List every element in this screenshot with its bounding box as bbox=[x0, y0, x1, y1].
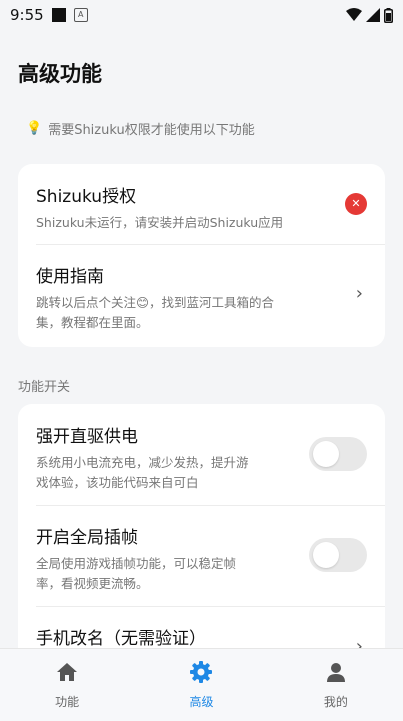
guide-row[interactable]: 使用指南 跳转以后点个关注😊，找到蓝河工具箱的合 集，教程都在里面。 bbox=[36, 262, 367, 333]
feature-desc: 全局使用游戏插帧功能，可以稳定帧 率，看视频更流畅。 bbox=[36, 554, 297, 594]
guide-title: 使用指南 bbox=[36, 267, 104, 287]
hint-text: 需要Shizuku权限才能使用以下功能 bbox=[48, 123, 255, 138]
lightbulb-icon: 💡 bbox=[26, 121, 43, 136]
wifi-icon bbox=[346, 8, 362, 21]
permission-hint: 💡 需要Shizuku权限才能使用以下功能 bbox=[26, 119, 255, 138]
feature-desc-line1: 全局使用游戏插帧功能，可以稳定帧 bbox=[36, 556, 237, 571]
nav-label: 功能 bbox=[55, 695, 80, 709]
nav-item-mine[interactable]: 我的 bbox=[269, 649, 403, 721]
guide-subtitle-line2: 集，教程都在里面。 bbox=[36, 315, 149, 330]
gear-icon bbox=[189, 659, 213, 685]
status-bar: 9:55 A bbox=[0, 0, 403, 30]
toggle-knob bbox=[313, 542, 339, 568]
feature-desc-line2: 率，看视频更流畅。 bbox=[36, 576, 149, 591]
shizuku-card: Shizuku授权 Shizuku未运行，请安装并启动Shizuku应用 ✕ 使… bbox=[18, 164, 385, 347]
home-icon bbox=[56, 659, 78, 685]
guide-subtitle-line1: 跳转以后点个关注😊，找到蓝河工具箱的合 bbox=[36, 295, 275, 310]
nav-item-advanced[interactable]: 高级 bbox=[134, 649, 268, 721]
battery-icon bbox=[384, 7, 393, 23]
chevron-right-icon: › bbox=[355, 283, 363, 304]
nav-label: 高级 bbox=[189, 695, 214, 709]
feature-title: 手机改名（无需验证） bbox=[36, 629, 206, 649]
app-notification-icon: A bbox=[73, 8, 88, 22]
shizuku-subtitle: Shizuku未运行，请安装并启动Shizuku应用 bbox=[36, 215, 284, 230]
notification-icon bbox=[51, 8, 66, 22]
frame-interp-toggle[interactable] bbox=[309, 538, 367, 572]
error-x-icon: ✕ bbox=[345, 193, 367, 215]
feature-row-rename[interactable]: 手机改名（无需验证） bbox=[36, 624, 367, 649]
status-time: 9:55 bbox=[10, 6, 44, 24]
divider bbox=[36, 606, 385, 607]
feature-desc: 系统用小电流充电，减少发热，提升游 戏体验，该功能代码来自可白 bbox=[36, 453, 297, 493]
signal-icon bbox=[366, 8, 380, 22]
direct-power-toggle[interactable] bbox=[309, 437, 367, 471]
nav-item-features[interactable]: 功能 bbox=[0, 649, 134, 721]
divider bbox=[36, 244, 385, 245]
shizuku-auth-row[interactable]: Shizuku授权 Shizuku未运行，请安装并启动Shizuku应用 bbox=[36, 182, 367, 233]
person-icon bbox=[325, 659, 347, 685]
guide-subtitle: 跳转以后点个关注😊，找到蓝河工具箱的合 集，教程都在里面。 bbox=[36, 293, 337, 333]
divider bbox=[36, 505, 385, 506]
toggle-knob bbox=[313, 441, 339, 467]
shizuku-title: Shizuku授权 bbox=[36, 187, 137, 207]
nav-label: 我的 bbox=[323, 695, 348, 709]
status-icons bbox=[346, 7, 393, 23]
section-label: 功能开关 bbox=[18, 380, 71, 395]
feature-desc-line2: 戏体验，该功能代码来自可白 bbox=[36, 475, 199, 490]
page-title: 高级功能 bbox=[18, 62, 102, 86]
bottom-nav: 功能 高级 我的 bbox=[0, 648, 403, 721]
feature-desc-line1: 系统用小电流充电，减少发热，提升游 bbox=[36, 455, 249, 470]
features-card: 强开直驱供电 系统用小电流充电，减少发热，提升游 戏体验，该功能代码来自可白 开… bbox=[18, 404, 385, 664]
